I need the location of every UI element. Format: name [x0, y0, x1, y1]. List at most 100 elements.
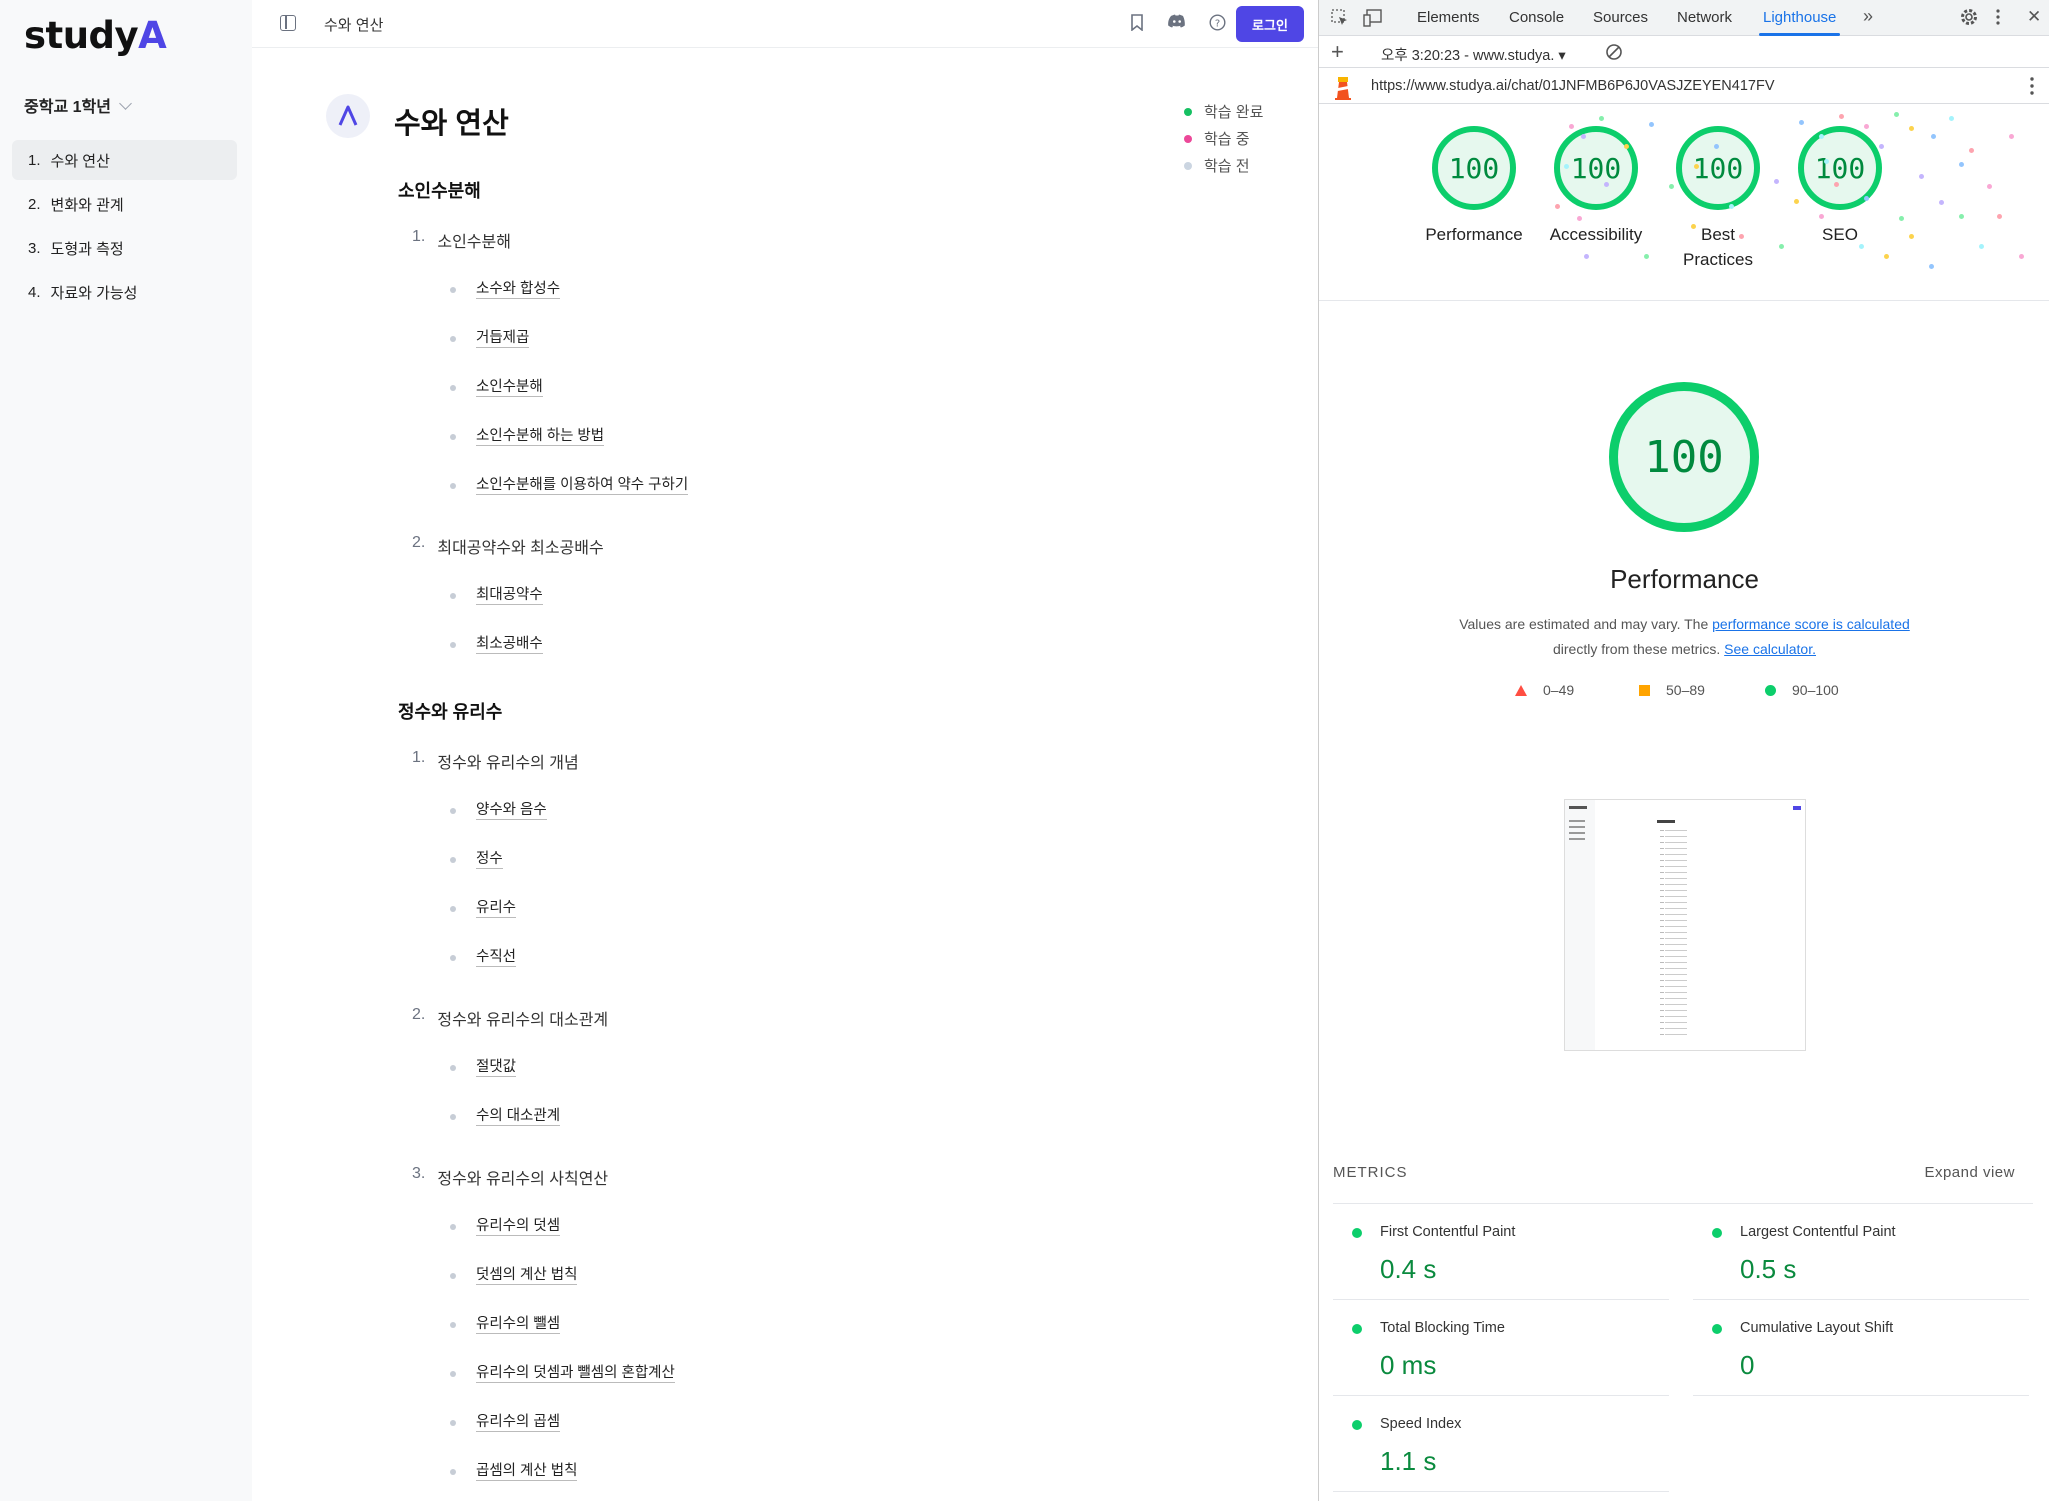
close-icon[interactable]: ✕	[2027, 7, 2041, 27]
tab-sources[interactable]: Sources	[1593, 9, 1648, 26]
confetti-dot	[1649, 122, 1654, 127]
settings-gear-icon[interactable]	[1959, 7, 1979, 32]
topic-link[interactable]: 소인수분해를 이용하여 약수 구하기	[476, 476, 689, 495]
report-selector[interactable]: 오후 3:20:23 - www.studya. ▾	[1381, 44, 1566, 65]
grade-selector[interactable]: 중학교 1학년	[24, 93, 132, 117]
confetti-dot	[1884, 254, 1889, 259]
see-calculator-link[interactable]: See calculator.	[1724, 641, 1816, 657]
status-dot-icon	[450, 433, 456, 440]
score-gauges: 100 Performance 100 Accessibility 100 Best Pr…	[1319, 104, 2049, 301]
status-dot-icon	[450, 286, 456, 293]
topic-link[interactable]: 최소공배수	[476, 635, 543, 654]
status-dot-icon	[450, 335, 456, 342]
kebab-menu-icon[interactable]	[1995, 8, 2001, 31]
range-fail: 0–49	[1515, 682, 1574, 698]
score-gauge[interactable]: 100 Accessibility	[1536, 126, 1656, 247]
discord-icon[interactable]	[1168, 14, 1186, 32]
topic-link[interactable]: 곱셈의 계산 법칙	[476, 1462, 578, 1481]
status-dot-icon	[450, 1064, 456, 1071]
circle-green-icon	[1765, 684, 1776, 696]
tab-console[interactable]: Console	[1509, 9, 1564, 26]
chapter-item[interactable]: 3. 정수와 유리수의 사칙연산	[398, 1153, 1218, 1202]
chapter-item[interactable]: 1. 소인수분해	[398, 216, 1218, 265]
sidebar-item[interactable]: 2. 변화와 관계	[12, 184, 237, 224]
help-icon[interactable]: ?	[1208, 14, 1226, 32]
score-ring: 100	[1676, 126, 1760, 210]
confetti-dot	[1624, 144, 1629, 149]
confetti-dot	[1909, 126, 1914, 131]
report-menu-icon[interactable]	[2029, 76, 2035, 101]
confetti-dot	[1569, 124, 1574, 129]
confetti-dot	[1959, 214, 1964, 219]
metric-pass-dot-icon	[1352, 1420, 1362, 1430]
logo[interactable]: studyA	[24, 14, 167, 57]
performance-title: Performance	[1610, 564, 1759, 594]
topic-link[interactable]: 절댓값	[476, 1058, 517, 1077]
topic-item: 수의 대소관계	[398, 1092, 1218, 1141]
sidebar-item[interactable]: 4. 자료와 가능성	[12, 272, 237, 312]
topic-link[interactable]: 유리수의 뺄셈	[476, 1315, 561, 1334]
sidebar-item-number: 4.	[28, 283, 41, 301]
chevron-down-icon	[119, 96, 132, 110]
login-button[interactable]: 로그인	[1236, 6, 1304, 42]
score-calculated-link[interactable]: performance score is calculated	[1712, 616, 1910, 632]
topic-link[interactable]: 소수와 합성수	[476, 280, 561, 299]
score-ring: 100	[1432, 126, 1516, 210]
topic-link[interactable]: 정수	[476, 850, 503, 869]
topic-link[interactable]: 덧셈의 계산 법칙	[476, 1266, 578, 1285]
tab-lighthouse[interactable]: Lighthouse	[1758, 9, 1841, 36]
new-report-plus-icon[interactable]: +	[1331, 39, 1344, 65]
progress-legend: 학습 완료 학습 중 학습 전	[1184, 98, 1263, 179]
confetti-dot	[1799, 120, 1804, 125]
tab-network[interactable]: Network	[1677, 9, 1732, 26]
confetti-dot	[1894, 112, 1899, 117]
sidebar-item[interactable]: 1. 수와 연산	[12, 140, 237, 180]
chapter-item[interactable]: 1. 정수와 유리수의 개념	[398, 737, 1218, 786]
topic-link[interactable]: 소인수분해	[476, 378, 543, 397]
chapter-number: 2.	[412, 534, 426, 551]
metric-value: 0	[1740, 1350, 1755, 1380]
topic-link[interactable]: 유리수의 곱셈	[476, 1413, 561, 1432]
metrics-title: METRICS	[1333, 1164, 1408, 1181]
confetti-dot	[1949, 116, 1954, 121]
sidebar-toggle-icon[interactable]	[280, 15, 296, 31]
status-dot-icon	[450, 1113, 456, 1120]
status-dot-icon	[1184, 161, 1192, 170]
confetti-dot	[1987, 184, 1992, 189]
topic-item: 소인수분해	[398, 363, 1218, 412]
performance-section: 100 Performance Values are estimated and…	[1319, 302, 2049, 1501]
final-screenshot-thumbnail[interactable]	[1564, 799, 1806, 1051]
metric-value: 0.5 s	[1740, 1254, 1797, 1284]
sidebar-item[interactable]: 3. 도형과 측정	[12, 228, 237, 268]
topic-item: 덧셈의 계산 법칙	[398, 1251, 1218, 1300]
topic-item: 거듭제곱	[398, 314, 1218, 363]
expand-view-button[interactable]: Expand view	[1924, 1164, 2015, 1203]
topic-link[interactable]: 소인수분해 하는 방법	[476, 427, 605, 446]
topic-link[interactable]: 수의 대소관계	[476, 1107, 561, 1126]
topic-link[interactable]: 유리수의 덧셈	[476, 1217, 561, 1236]
legend-item: 학습 완료	[1184, 98, 1263, 125]
chapter-item[interactable]: 2. 정수와 유리수의 대소관계	[398, 994, 1218, 1043]
bookmark-icon[interactable]	[1128, 14, 1146, 32]
topic-link[interactable]: 유리수의 덧셈과 뺄셈의 혼합계산	[476, 1364, 675, 1383]
chapter-item[interactable]: 2. 최대공약수와 최소공배수	[398, 522, 1218, 571]
topic-link[interactable]: 최대공약수	[476, 586, 543, 605]
sidebar-item-label: 수와 연산	[50, 152, 110, 170]
tab-elements[interactable]: Elements	[1417, 9, 1480, 26]
topic-link[interactable]: 거듭제곱	[476, 329, 530, 348]
report-url: https://www.studya.ai/chat/01JNFMB6P6J0V…	[1371, 78, 1775, 94]
clear-report-icon[interactable]	[1605, 43, 1623, 66]
inspect-icon[interactable]	[1331, 9, 1349, 32]
topic-link[interactable]: 수직선	[476, 948, 517, 967]
more-tabs-icon[interactable]: »	[1863, 6, 1873, 27]
score-label: Performance	[1425, 225, 1523, 244]
chapter-title: 정수와 유리수의 사칙연산	[437, 1171, 609, 1188]
confetti-dot	[1774, 179, 1779, 184]
topic-link[interactable]: 유리수	[476, 899, 517, 918]
score-gauge[interactable]: 100 Performance	[1414, 126, 1534, 247]
device-toolbar-icon[interactable]	[1363, 9, 1383, 32]
topic-link[interactable]: 양수와 음수	[476, 801, 547, 820]
metric-value: 0 ms	[1380, 1350, 1437, 1380]
confetti-dot	[1859, 244, 1864, 249]
confetti-dot	[1819, 214, 1824, 219]
